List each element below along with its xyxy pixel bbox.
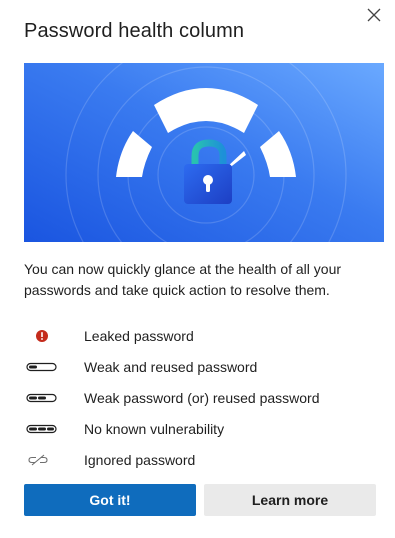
strength-3-of-3-icon [24,421,84,437]
legend-label: No known vulnerability [84,420,225,437]
legend-item-leaked: Leaked password [24,320,374,351]
strength-1-of-3-icon [24,359,84,375]
close-icon[interactable] [365,6,383,24]
lock-gauge-illustration [24,63,384,242]
legend-label: Weak password (or) reused password [84,389,320,406]
legend-item-weak-and-reused: Weak and reused password [24,351,374,382]
legend-item-no-vulnerability: No known vulnerability [24,413,374,444]
strength-2-of-3-icon [24,390,84,406]
legend-label: Leaked password [84,327,194,344]
dialog-title: Password health column [24,20,245,42]
legend-item-weak-or-reused: Weak password (or) reused password [24,382,374,413]
leaked-alert-icon [24,328,84,344]
legend-label: Ignored password [84,451,196,468]
got-it-button[interactable]: Got it! [24,484,196,516]
description-text: You can now quickly glance at the health… [24,261,342,298]
learn-more-button[interactable]: Learn more [204,484,376,516]
password-health-dialog: Password health column You can now quick… [0,0,395,538]
legend-list: Leaked password Weak and reused password… [24,320,374,475]
legend-item-ignored: Ignored password [24,444,374,475]
broken-link-icon [24,452,84,468]
legend-label: Weak and reused password [84,358,258,375]
